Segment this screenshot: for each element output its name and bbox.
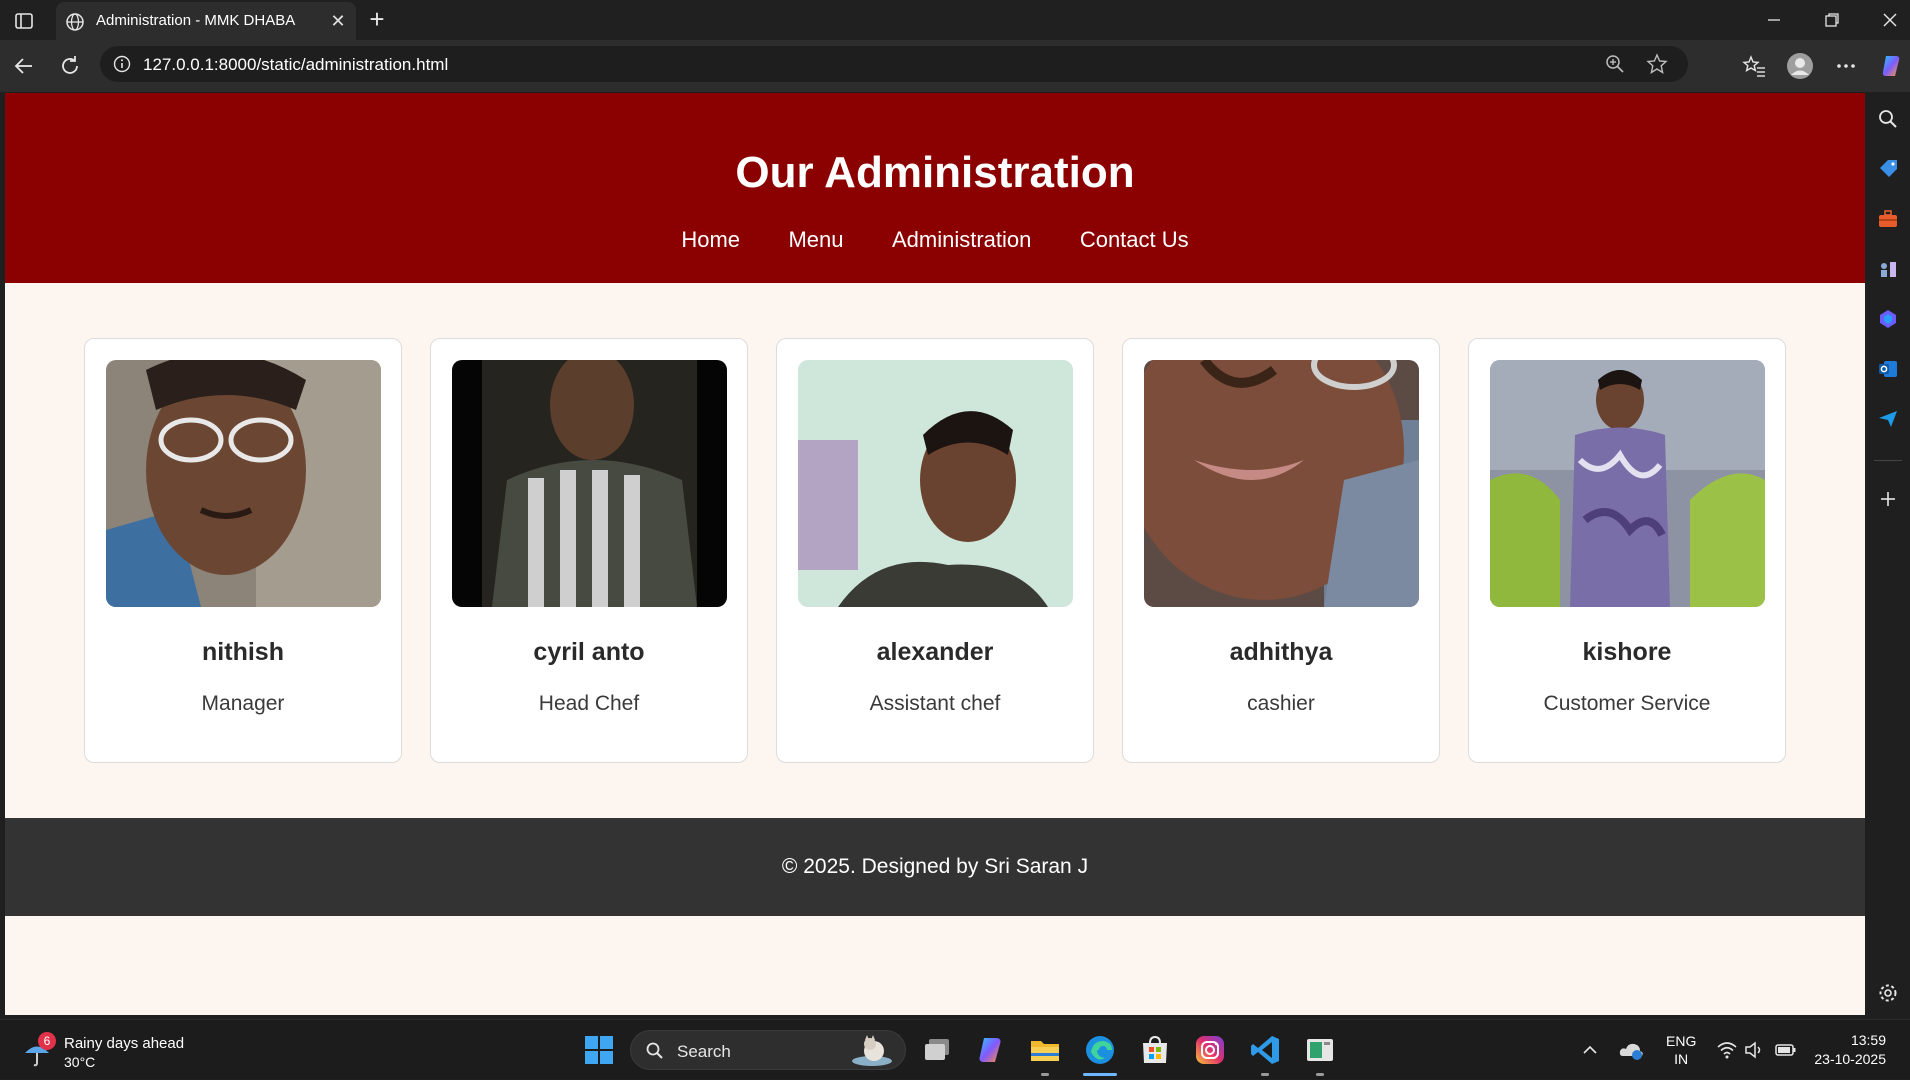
new-tab-button[interactable]: + xyxy=(364,6,390,32)
browser-tab-bar: Administration - MMK DHABA ✕ + xyxy=(0,0,1910,40)
search-label: Search xyxy=(677,1042,731,1061)
active-app-indicator xyxy=(1083,1073,1117,1076)
microsoft-store-icon[interactable] xyxy=(1138,1033,1172,1067)
zoom-icon[interactable] xyxy=(1604,53,1626,75)
file-explorer-icon[interactable] xyxy=(1028,1033,1062,1067)
terminal-app-icon[interactable] xyxy=(1303,1033,1337,1067)
team-member-role: Customer Service xyxy=(1543,692,1711,715)
settings-gear-icon[interactable] xyxy=(1877,982,1899,1004)
taskbar-search[interactable]: Search xyxy=(630,1030,906,1070)
back-icon[interactable] xyxy=(10,52,38,80)
region-code: IN xyxy=(1674,1051,1689,1067)
team-card: adhithya cashier xyxy=(1122,338,1440,763)
team-member-name: cyril anto xyxy=(533,638,645,666)
language-indicator[interactable]: ENG IN xyxy=(1666,1032,1696,1068)
nav-contact-link[interactable]: Contact Us xyxy=(1080,227,1189,253)
nav-menu-link[interactable]: Menu xyxy=(788,227,843,253)
team-member-role: Assistant chef xyxy=(869,692,1001,715)
clock-time: 13:59 xyxy=(1850,1032,1886,1048)
clock-date: 23-10-2025 xyxy=(1814,1051,1886,1067)
copilot-icon[interactable] xyxy=(1878,52,1906,80)
tools-briefcase-icon[interactable] xyxy=(1877,208,1899,230)
close-tab-icon[interactable]: ✕ xyxy=(328,11,348,31)
wifi-icon[interactable] xyxy=(1716,1040,1738,1060)
shopping-tag-icon[interactable] xyxy=(1877,158,1899,180)
windows-start-icon[interactable] xyxy=(582,1033,616,1067)
tab-title: Administration - MMK DHABA xyxy=(96,12,296,29)
clock[interactable]: 13:59 23-10-2025 xyxy=(1814,1031,1886,1069)
team-member-role: Head Chef xyxy=(538,692,640,715)
battery-icon[interactable] xyxy=(1774,1040,1798,1060)
copilot-app-icon[interactable] xyxy=(974,1033,1008,1067)
weather-headline: Rainy days ahead xyxy=(64,1035,185,1052)
url-text[interactable]: 127.0.0.1:8000/static/administration.htm… xyxy=(143,55,448,75)
search-icon xyxy=(645,1041,665,1061)
globe-icon xyxy=(64,11,86,33)
windows-taskbar: 6 Rainy days ahead 30°C Search ENG IN 13… xyxy=(0,1019,1910,1079)
team-member-photo xyxy=(106,360,381,607)
team-card: nithish Manager xyxy=(84,338,402,763)
send-icon[interactable] xyxy=(1877,408,1899,430)
team-member-name: alexander xyxy=(876,638,994,666)
weather-widget[interactable]: 6 Rainy days ahead 30°C xyxy=(22,1032,222,1072)
team-member-role: cashier xyxy=(1247,692,1315,715)
nav-administration-link[interactable]: Administration xyxy=(892,227,1031,253)
team-member-photo xyxy=(1490,360,1765,607)
running-indicator xyxy=(1261,1073,1269,1076)
edge-browser-icon[interactable] xyxy=(1083,1033,1117,1067)
profile-avatar-icon[interactable] xyxy=(1786,52,1814,80)
search-icon[interactable] xyxy=(1877,108,1899,130)
favorites-icon[interactable] xyxy=(1740,52,1768,80)
outlook-icon[interactable] xyxy=(1877,358,1899,380)
copilot-sidebar-icon[interactable] xyxy=(1877,308,1899,330)
site-info-icon[interactable] xyxy=(112,54,132,74)
main-nav: Home Menu Administration Contact Us xyxy=(5,227,1865,253)
footer-copyright: © 2025. Designed by Sri Saran J xyxy=(781,855,1089,878)
team-member-photo xyxy=(452,360,727,607)
running-indicator xyxy=(1316,1073,1324,1076)
team-card: alexander Assistant chef xyxy=(776,338,1094,763)
team-member-photo xyxy=(1144,360,1419,607)
page-viewport: Our Administration Home Menu Administrat… xyxy=(5,93,1865,1015)
address-bar[interactable]: 127.0.0.1:8000/static/administration.htm… xyxy=(100,46,1688,82)
site-footer: © 2025. Designed by Sri Saran J xyxy=(5,818,1865,916)
minimize-icon[interactable] xyxy=(1754,6,1794,34)
search-highlight-cat-icon xyxy=(849,1035,895,1067)
instagram-icon[interactable] xyxy=(1193,1033,1227,1067)
browser-toolbar: 127.0.0.1:8000/static/administration.htm… xyxy=(0,40,1910,92)
site-header: Our Administration Home Menu Administrat… xyxy=(5,93,1865,283)
add-icon[interactable] xyxy=(1877,488,1899,510)
refresh-icon[interactable] xyxy=(56,52,84,80)
tab-actions-icon[interactable] xyxy=(12,9,36,33)
favorite-star-icon[interactable] xyxy=(1646,53,1668,75)
browser-tab-active[interactable]: Administration - MMK DHABA ✕ xyxy=(56,2,356,40)
running-indicator xyxy=(1041,1073,1049,1076)
system-tray: ENG IN 13:59 23-10-2025 xyxy=(1576,1020,1910,1080)
page-title: Our Administration xyxy=(735,148,1135,197)
close-window-icon[interactable] xyxy=(1870,6,1910,34)
restore-icon[interactable] xyxy=(1812,6,1852,34)
edge-sidebar xyxy=(1866,92,1910,1017)
onedrive-cloud-icon[interactable] xyxy=(1618,1038,1644,1062)
nav-home-link[interactable]: Home xyxy=(681,227,740,253)
weather-badge: 6 xyxy=(38,1032,56,1050)
team-member-photo xyxy=(798,360,1073,607)
team-member-name: kishore xyxy=(1582,638,1672,666)
team-member-name: nithish xyxy=(202,638,284,666)
sidebar-divider xyxy=(1874,460,1902,461)
vscode-icon[interactable] xyxy=(1248,1033,1282,1067)
weather-temperature: 30°C xyxy=(64,1054,96,1070)
show-hidden-icons-icon[interactable] xyxy=(1580,1040,1600,1060)
team-member-role: Manager xyxy=(201,692,285,715)
more-options-icon[interactable] xyxy=(1832,52,1860,80)
task-view-icon[interactable] xyxy=(920,1033,954,1067)
team-card: cyril anto Head Chef xyxy=(430,338,748,763)
language-code: ENG xyxy=(1666,1033,1697,1049)
games-chess-icon[interactable] xyxy=(1877,258,1899,280)
team-card: kishore Customer Service xyxy=(1468,338,1786,763)
team-member-name: adhithya xyxy=(1229,638,1333,666)
volume-icon[interactable] xyxy=(1744,1040,1766,1060)
